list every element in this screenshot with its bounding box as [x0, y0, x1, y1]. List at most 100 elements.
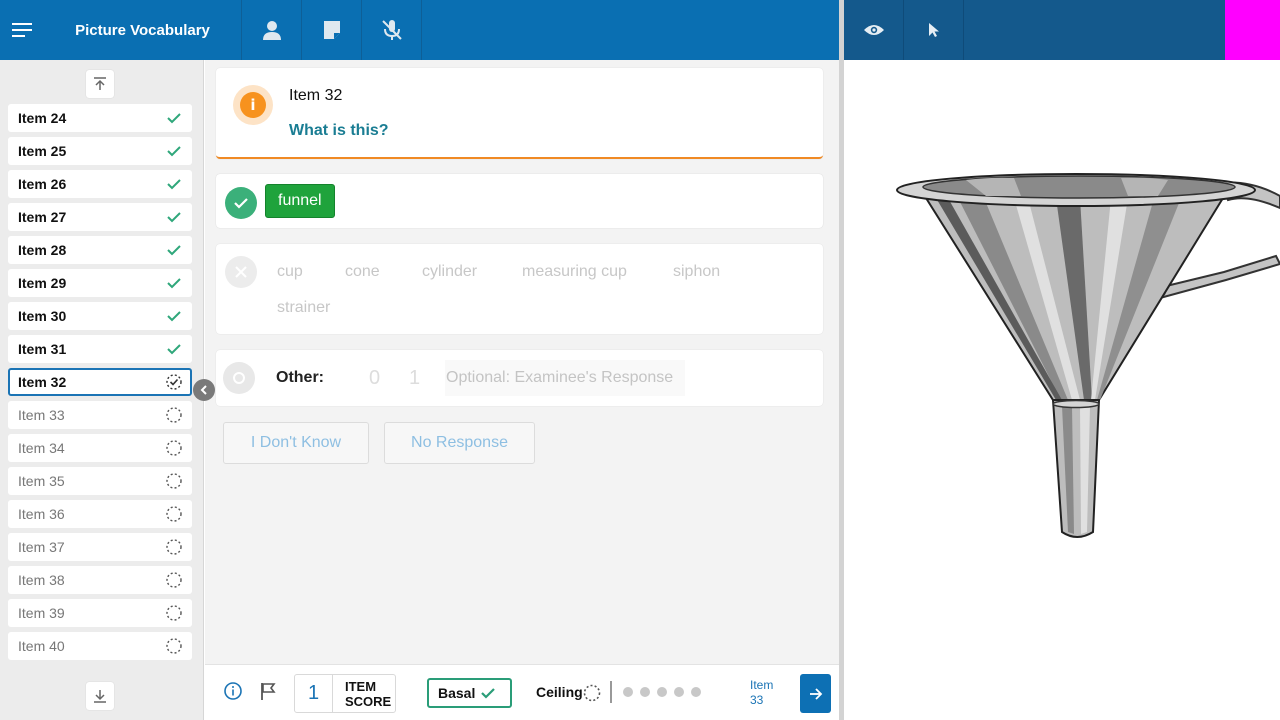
item-label: Item 33	[18, 407, 65, 423]
no-response-button[interactable]: No Response	[384, 422, 535, 464]
item-list-row[interactable]: Item 38	[8, 566, 192, 594]
examinee-button[interactable]	[242, 0, 302, 60]
item-list-row[interactable]: Item 29	[8, 269, 192, 297]
item-list-row[interactable]: Item 30	[8, 302, 192, 330]
item-label: Item 32	[18, 374, 67, 390]
radio-icon	[233, 372, 245, 384]
chevron-left-icon	[200, 385, 207, 395]
item-list-row[interactable]: Item 31	[8, 335, 192, 363]
item-score-label-line1: ITEM	[345, 678, 377, 694]
item-label: Item 25	[18, 143, 67, 159]
incorrect-option-siphon[interactable]: siphon	[673, 263, 720, 281]
item-list-row[interactable]: Item 37	[8, 533, 192, 561]
check-icon	[167, 245, 181, 256]
pending-circle-icon	[166, 407, 182, 423]
item-list-row[interactable]: Item 28	[8, 236, 192, 264]
pending-circle-icon	[166, 638, 182, 654]
preview-button[interactable]	[844, 0, 904, 60]
item-label: Item 27	[18, 209, 67, 225]
item-label: Item 28	[18, 242, 67, 258]
correct-answer-chip[interactable]: funnel	[265, 184, 335, 218]
note-icon	[323, 21, 340, 39]
pending-circle-icon	[166, 440, 182, 456]
eye-icon	[863, 25, 884, 35]
person-icon	[262, 21, 281, 40]
info-circle-icon	[224, 682, 242, 700]
next-item-label-line2: 33	[750, 693, 764, 707]
item-list-row[interactable]: Item 34	[8, 434, 192, 462]
item-list-row[interactable]: Item 26	[8, 170, 192, 198]
mic-off-button[interactable]	[362, 0, 422, 60]
ceiling-progress-dot	[657, 687, 667, 697]
item-list-row[interactable]: Item 33	[8, 401, 192, 429]
item-score: 1 ITEM SCORE	[294, 674, 396, 713]
pending-circle-icon	[583, 684, 601, 702]
item-label: Item 38	[18, 572, 65, 588]
item-label: Item 36	[18, 506, 65, 522]
pointer-button[interactable]	[904, 0, 964, 60]
item-score-label: ITEM SCORE	[333, 675, 391, 712]
pending-circle-icon	[166, 506, 182, 522]
item-label: Item 39	[18, 605, 65, 621]
pending-circle-icon	[166, 473, 182, 489]
scroll-to-top-button[interactable]	[86, 70, 114, 98]
item-label: Item 34	[18, 440, 65, 456]
separator	[610, 681, 612, 703]
examinee-response-input[interactable]	[445, 360, 685, 396]
stimulus-panel	[844, 60, 1280, 720]
bottom-bar: 1 ITEM SCORE Basal Ceiling Item 33	[205, 664, 839, 720]
other-score-0[interactable]: 0	[369, 367, 380, 390]
check-icon	[167, 311, 181, 322]
next-item-button[interactable]	[800, 674, 831, 713]
incorrect-option-strainer[interactable]: strainer	[277, 299, 330, 317]
item-list-row[interactable]: Item 35	[8, 467, 192, 495]
stimulus-toolbar	[844, 0, 1280, 60]
ceiling-progress-dot	[640, 687, 650, 697]
check-icon	[167, 179, 181, 190]
scroll-to-bottom-button[interactable]	[86, 682, 114, 710]
item-list-row[interactable]: Item 25	[8, 137, 192, 165]
check-icon	[167, 278, 181, 289]
incorrect-toggle[interactable]	[225, 256, 257, 288]
ceiling-progress-dot	[691, 687, 701, 697]
incorrect-option-cup[interactable]: cup	[277, 263, 303, 281]
incorrect-option-measuring-cup[interactable]: measuring cup	[522, 263, 627, 281]
check-icon	[167, 146, 181, 157]
other-toggle[interactable]	[223, 362, 255, 394]
ceiling-progress-dot	[623, 687, 633, 697]
item-list-row[interactable]: Item 40	[8, 632, 192, 660]
item-list-row[interactable]: Item 39	[8, 599, 192, 627]
item-label: Item 31	[18, 341, 67, 357]
app-title: Picture Vocabulary	[44, 0, 242, 60]
item-label: Item 24	[18, 110, 67, 126]
item-list-row[interactable]: Item 24	[8, 104, 192, 132]
scoring-panel: i Item 32 What is this? funnel cup cone …	[205, 60, 839, 664]
question-prompt: What is this?	[289, 122, 389, 139]
item-score-label-line2: SCORE	[345, 693, 392, 709]
cursor-icon	[928, 23, 939, 37]
ceiling-label: Ceiling	[536, 684, 583, 700]
item-label: Item 30	[18, 308, 67, 324]
info-badge[interactable]: i	[233, 85, 273, 125]
incorrect-option-cylinder[interactable]: cylinder	[422, 263, 477, 281]
item-list-row[interactable]: Item 27	[8, 203, 192, 231]
item-list: Item 24 Item 25 Item 26 Item 27 Item 28 Item …	[8, 104, 192, 676]
menu-button[interactable]	[0, 0, 44, 60]
top-bar: Picture Vocabulary	[0, 0, 839, 60]
pending-circle-icon	[166, 572, 182, 588]
color-marker	[1225, 0, 1280, 60]
info-icon: i	[240, 92, 266, 118]
check-icon	[167, 212, 181, 223]
flag-button[interactable]	[260, 682, 276, 705]
collapse-sidebar-button[interactable]	[193, 379, 215, 401]
correct-toggle[interactable]	[225, 187, 257, 219]
item-list-row[interactable]: Item 36	[8, 500, 192, 528]
flag-icon	[261, 683, 276, 700]
item-title: Item 32	[289, 87, 343, 104]
item-info-button[interactable]	[224, 682, 242, 705]
notes-button[interactable]	[302, 0, 362, 60]
incorrect-option-cone[interactable]: cone	[345, 263, 380, 281]
dont-know-button[interactable]: I Don't Know	[223, 422, 369, 464]
item-list-row-current[interactable]: Item 32	[8, 368, 192, 396]
other-score-1[interactable]: 1	[409, 367, 420, 390]
